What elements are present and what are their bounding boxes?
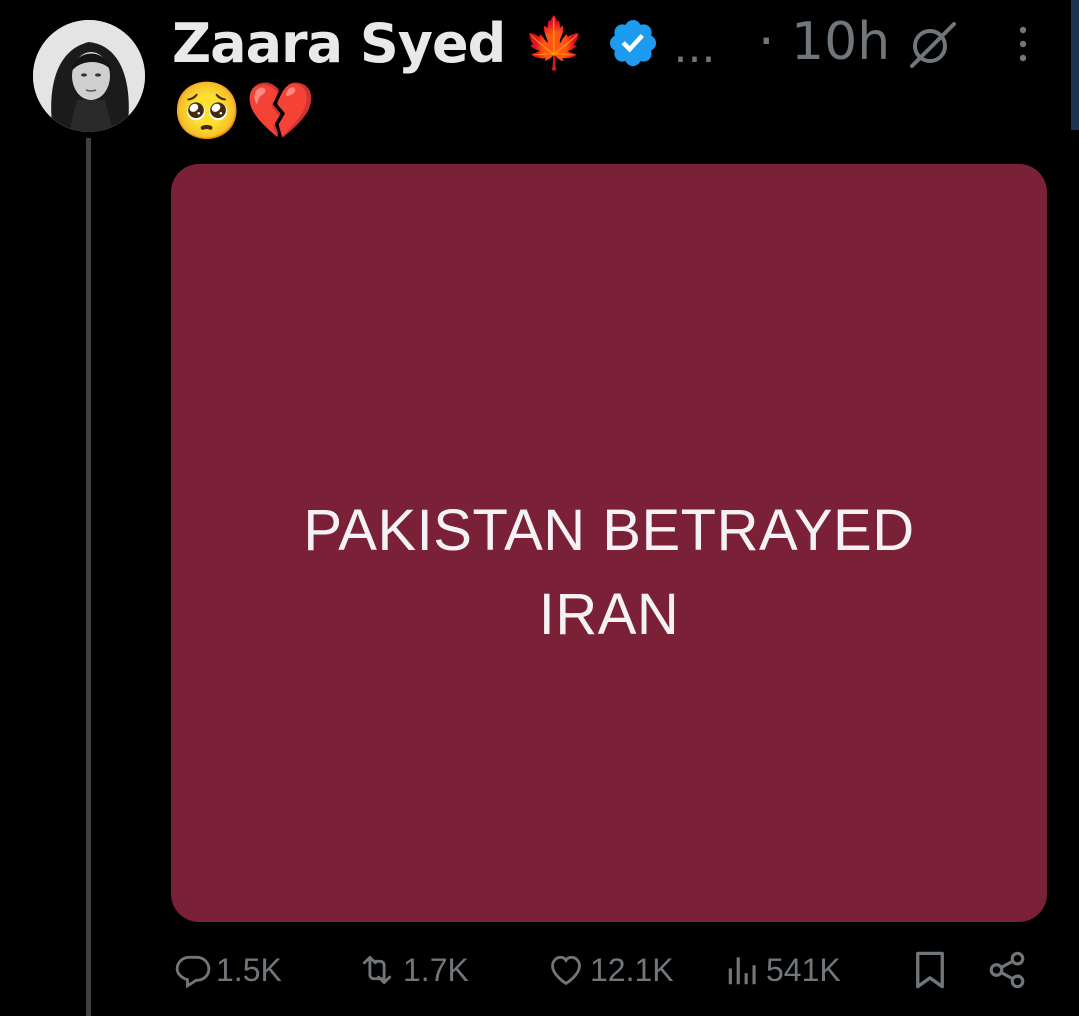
author-name[interactable]: Zaara Syed bbox=[172, 12, 506, 75]
share-button[interactable] bbox=[986, 940, 1028, 1000]
post-timestamp[interactable]: · 10h bbox=[758, 12, 890, 72]
media-caption-line-1: PAKISTAN BETRAYED bbox=[303, 498, 915, 563]
bookmark-icon bbox=[916, 951, 944, 989]
reply-count: 1.5K bbox=[216, 951, 282, 988]
media-caption: PAKISTAN BETRAYED IRAN bbox=[303, 489, 914, 657]
maple-leaf-emoji: 🍁 bbox=[523, 14, 586, 72]
thread-connector-line bbox=[86, 138, 91, 1016]
repost-count: 1.7K bbox=[403, 951, 469, 988]
post-text: 🥺💔 bbox=[172, 79, 320, 144]
avatar[interactable] bbox=[33, 20, 145, 132]
name-overflow-ellipsis: ... bbox=[673, 21, 716, 73]
views-button[interactable]: 541K bbox=[724, 940, 841, 1000]
more-options-icon[interactable] bbox=[1012, 24, 1034, 64]
post-media-image[interactable]: PAKISTAN BETRAYED IRAN bbox=[171, 164, 1047, 922]
views-icon bbox=[728, 957, 756, 985]
scrollbar-edge bbox=[1071, 0, 1079, 130]
heart-icon bbox=[551, 955, 581, 986]
bookmark-button[interactable] bbox=[912, 940, 948, 1000]
like-button[interactable]: 12.1K bbox=[546, 940, 674, 1000]
reply-button[interactable]: 1.5K bbox=[174, 940, 282, 1000]
post-header: Zaara Syed 🍁 ... bbox=[172, 8, 716, 78]
post-action-bar: 1.5K 1.7K 12.1K 541K bbox=[0, 940, 1079, 1010]
view-count: 541K bbox=[766, 951, 841, 988]
avatar-image bbox=[33, 20, 145, 132]
media-caption-line-2: IRAN bbox=[538, 582, 680, 647]
verified-badge-icon bbox=[606, 16, 660, 70]
repost-button[interactable]: 1.7K bbox=[355, 940, 469, 1000]
grok-icon[interactable] bbox=[904, 18, 960, 70]
share-icon bbox=[989, 951, 1025, 989]
repost-icon bbox=[362, 955, 392, 985]
reply-icon bbox=[175, 955, 211, 989]
like-count: 12.1K bbox=[590, 951, 674, 988]
